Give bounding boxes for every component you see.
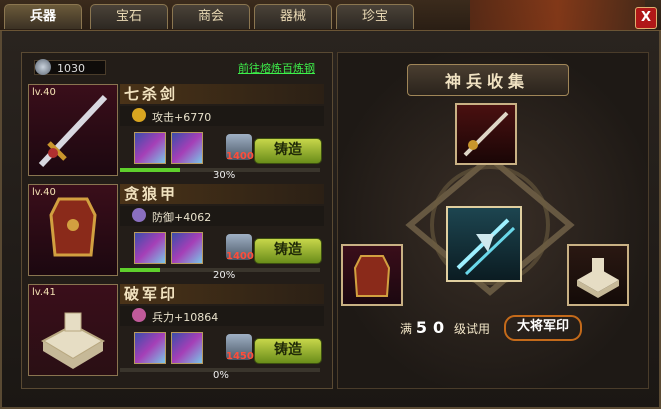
item-level: lv.40 <box>32 87 56 98</box>
forge-cost: 1400 <box>226 151 254 162</box>
collection-slot-sword[interactable] <box>455 103 517 165</box>
hint-level: 50 <box>415 318 451 337</box>
forge-button[interactable]: 铸造 <box>254 338 322 364</box>
hint-suffix: 级试用 <box>453 322 490 336</box>
tab-guild[interactable]: 商会 <box>172 4 250 29</box>
item-stat: 攻击+6770 <box>152 111 212 124</box>
forge-button[interactable]: 铸造 <box>254 138 322 164</box>
tab-weapons[interactable]: 兵器 <box>4 4 82 29</box>
item-stat: 防御+4062 <box>152 211 212 224</box>
refine-link[interactable]: 前往熔炼百炼钢 <box>238 60 315 76</box>
scenery-background <box>470 0 645 30</box>
collection-slot-divine-weapon[interactable] <box>446 206 522 282</box>
silver-coin-icon <box>35 59 51 75</box>
seal-icon[interactable]: lv.41 <box>28 284 118 376</box>
item-level: lv.40 <box>32 187 56 198</box>
progress-fill <box>120 268 160 272</box>
hint-prefix: 满 <box>400 322 413 336</box>
troops-icon <box>132 308 146 322</box>
item-name: 七杀剑 <box>124 85 179 103</box>
collection-slot-armor[interactable] <box>341 244 403 306</box>
collection-slot-seal[interactable] <box>567 244 629 306</box>
gem-icon[interactable] <box>134 132 166 164</box>
progress-fill <box>120 168 180 172</box>
item-card-sword: lv.40 七杀剑 攻击+6770 1400 铸造 30% <box>28 84 324 181</box>
tab-treasures[interactable]: 珍宝 <box>336 4 414 29</box>
armor-icon[interactable]: lv.40 <box>28 184 118 276</box>
stat-row <box>120 306 324 326</box>
sword-icon[interactable]: lv.40 <box>28 84 118 176</box>
item-card-seal: lv.41 破军印 兵力+10864 1450 铸造 0% <box>28 284 324 381</box>
collection-title: 神兵收集 <box>444 72 529 91</box>
item-card-armor: lv.40 贪狼甲 防御+4062 1400 铸造 20% <box>28 184 324 281</box>
gem-icon[interactable] <box>134 332 166 364</box>
stat-row <box>120 206 324 226</box>
close-button[interactable]: X <box>635 7 657 29</box>
progress-label: 30% <box>213 170 236 181</box>
item-level: lv.41 <box>32 287 56 298</box>
tab-machinery[interactable]: 器械 <box>254 4 332 29</box>
forge-cost: 1450 <box>226 351 254 362</box>
attack-icon <box>132 108 146 122</box>
defense-icon <box>132 208 146 222</box>
trial-seal-badge[interactable]: 大将军印 <box>504 315 582 341</box>
gem-icon[interactable] <box>171 132 203 164</box>
forge-button[interactable]: 铸造 <box>254 238 322 264</box>
item-name: 破军印 <box>124 285 179 303</box>
tab-gems[interactable]: 宝石 <box>90 4 168 29</box>
stat-row <box>120 106 324 126</box>
forge-cost: 1400 <box>226 251 254 262</box>
progress-label: 0% <box>213 370 229 381</box>
progress-label: 20% <box>213 270 236 281</box>
item-name: 贪狼甲 <box>124 185 179 203</box>
gem-icon[interactable] <box>171 332 203 364</box>
gem-icon[interactable] <box>171 232 203 264</box>
item-stat: 兵力+10864 <box>152 311 219 324</box>
gem-icon[interactable] <box>134 232 166 264</box>
trial-hint: 满 50 级试用 <box>400 318 490 337</box>
